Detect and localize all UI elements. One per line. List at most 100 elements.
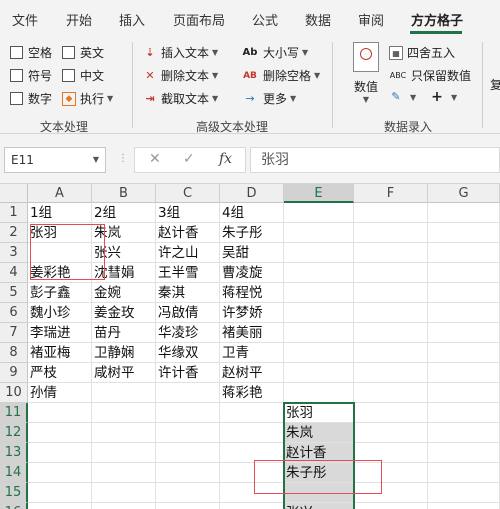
cell-e7[interactable] xyxy=(284,323,354,343)
case-button[interactable]: Ab 大小写 ▼ xyxy=(241,44,309,61)
extract-text-button[interactable]: ⇥ 截取文本 ▼ xyxy=(143,90,218,107)
cell-d13[interactable] xyxy=(220,443,284,463)
insert-function-icon[interactable]: fx xyxy=(219,151,232,167)
row-header-13[interactable]: 13 xyxy=(0,443,28,463)
cell-b5[interactable]: 金婉 xyxy=(92,283,156,303)
row-header-12[interactable]: 12 xyxy=(0,423,28,443)
row-header-11[interactable]: 11 xyxy=(0,403,28,423)
cell-c11[interactable] xyxy=(156,403,220,423)
cell-b13[interactable] xyxy=(92,443,156,463)
cell-c12[interactable] xyxy=(156,423,220,443)
round-button[interactable]: ▦ 四舍五入 xyxy=(389,44,455,61)
cell-c6[interactable]: 冯啟倩 xyxy=(156,303,220,323)
cell-c14[interactable] xyxy=(156,463,220,483)
cell-e6[interactable] xyxy=(284,303,354,323)
tab-home[interactable]: 开始 xyxy=(66,10,92,29)
cell-b3[interactable]: 张兴 xyxy=(92,243,156,263)
tab-formulas[interactable]: 公式 xyxy=(252,10,278,29)
cell-d8[interactable]: 卫青 xyxy=(220,343,284,363)
checkbox-symbol[interactable]: 符号 xyxy=(10,67,52,84)
cell-a10[interactable]: 孙倩 xyxy=(28,383,92,403)
cell-c16[interactable] xyxy=(156,503,220,509)
cell-f7[interactable] xyxy=(354,323,428,343)
cell-d9[interactable]: 赵树平 xyxy=(220,363,284,383)
cell-f9[interactable] xyxy=(354,363,428,383)
cell-d4[interactable]: 曹凌旋 xyxy=(220,263,284,283)
truncated-ribbon-label[interactable]: 复 xyxy=(490,76,500,93)
column-header-c[interactable]: C xyxy=(156,184,220,203)
cell-b1[interactable]: 2组 xyxy=(92,203,156,223)
cell-c4[interactable]: 王半雪 xyxy=(156,263,220,283)
checkbox-space[interactable]: 空格 xyxy=(10,44,52,61)
cell-e14[interactable]: 朱子彤 xyxy=(284,463,354,483)
cell-c8[interactable]: 华缘双 xyxy=(156,343,220,363)
cell-e9[interactable] xyxy=(284,363,354,383)
cell-g11[interactable] xyxy=(428,403,500,423)
value-button[interactable]: 数值 ▼ xyxy=(346,42,386,104)
cell-e16[interactable]: 张兴 xyxy=(284,503,354,509)
tab-data[interactable]: 数据 xyxy=(305,10,331,29)
cell-e12[interactable]: 朱岚 xyxy=(284,423,354,443)
row-header-9[interactable]: 9 xyxy=(0,363,28,383)
cell-f13[interactable] xyxy=(354,443,428,463)
cell-a7[interactable]: 李瑞进 xyxy=(28,323,92,343)
cell-a13[interactable] xyxy=(28,443,92,463)
tab-page-layout[interactable]: 页面布局 xyxy=(173,10,225,29)
cell-g8[interactable] xyxy=(428,343,500,363)
cell-g1[interactable] xyxy=(428,203,500,223)
cell-f4[interactable] xyxy=(354,263,428,283)
cell-b8[interactable]: 卫静娴 xyxy=(92,343,156,363)
cell-c1[interactable]: 3组 xyxy=(156,203,220,223)
cell-d10[interactable]: 蒋彩艳 xyxy=(220,383,284,403)
select-all-corner[interactable] xyxy=(0,184,28,203)
row-header-14[interactable]: 14 xyxy=(0,463,28,483)
cancel-icon[interactable]: ✕ xyxy=(149,151,161,167)
cell-b15[interactable] xyxy=(92,483,156,503)
row-header-1[interactable]: 1 xyxy=(0,203,28,223)
column-header-f[interactable]: F xyxy=(354,184,428,203)
cell-f5[interactable] xyxy=(354,283,428,303)
tab-file[interactable]: 文件 xyxy=(12,10,38,29)
checkbox-chinese[interactable]: 中文 xyxy=(62,67,104,84)
cell-g12[interactable] xyxy=(428,423,500,443)
cell-f8[interactable] xyxy=(354,343,428,363)
cell-g6[interactable] xyxy=(428,303,500,323)
keep-value-button[interactable]: ABC 只保留数值 xyxy=(389,67,471,84)
cell-b4[interactable]: 沈彗娟 xyxy=(92,263,156,283)
cell-g4[interactable] xyxy=(428,263,500,283)
row-header-15[interactable]: 15 xyxy=(0,483,28,503)
row-header-5[interactable]: 5 xyxy=(0,283,28,303)
cell-g7[interactable] xyxy=(428,323,500,343)
cell-f10[interactable] xyxy=(354,383,428,403)
cell-g5[interactable] xyxy=(428,283,500,303)
column-header-b[interactable]: B xyxy=(92,184,156,203)
cell-f2[interactable] xyxy=(354,223,428,243)
cell-e4[interactable] xyxy=(284,263,354,283)
cell-g16[interactable] xyxy=(428,503,500,509)
row-header-4[interactable]: 4 xyxy=(0,263,28,283)
cell-b12[interactable] xyxy=(92,423,156,443)
execute-button[interactable]: ◆ 执行 ▼ xyxy=(62,90,113,107)
cell-b14[interactable] xyxy=(92,463,156,483)
enter-icon[interactable]: ✓ xyxy=(183,151,195,167)
cell-f16[interactable] xyxy=(354,503,428,509)
column-header-d[interactable]: D xyxy=(220,184,284,203)
cell-d5[interactable]: 蒋程悦 xyxy=(220,283,284,303)
cell-g3[interactable] xyxy=(428,243,500,263)
cell-d16[interactable] xyxy=(220,503,284,509)
cell-c7[interactable]: 华凌珍 xyxy=(156,323,220,343)
row-header-6[interactable]: 6 xyxy=(0,303,28,323)
cell-g9[interactable] xyxy=(428,363,500,383)
cell-g14[interactable] xyxy=(428,463,500,483)
cell-e8[interactable] xyxy=(284,343,354,363)
more-options-icon[interactable]: ⋮ xyxy=(118,153,128,164)
name-box[interactable]: E11 ▼ xyxy=(4,147,106,173)
cell-d2[interactable]: 朱子彤 xyxy=(220,223,284,243)
cell-e1[interactable] xyxy=(284,203,354,223)
cell-a4[interactable]: 姜彩艳 xyxy=(28,263,92,283)
cell-a6[interactable]: 魏小珍 xyxy=(28,303,92,323)
edit-dropdown-button[interactable]: ✎ ▼ xyxy=(389,90,416,104)
cell-a12[interactable] xyxy=(28,423,92,443)
cell-a1[interactable]: 1组 xyxy=(28,203,92,223)
cell-b7[interactable]: 苗丹 xyxy=(92,323,156,343)
